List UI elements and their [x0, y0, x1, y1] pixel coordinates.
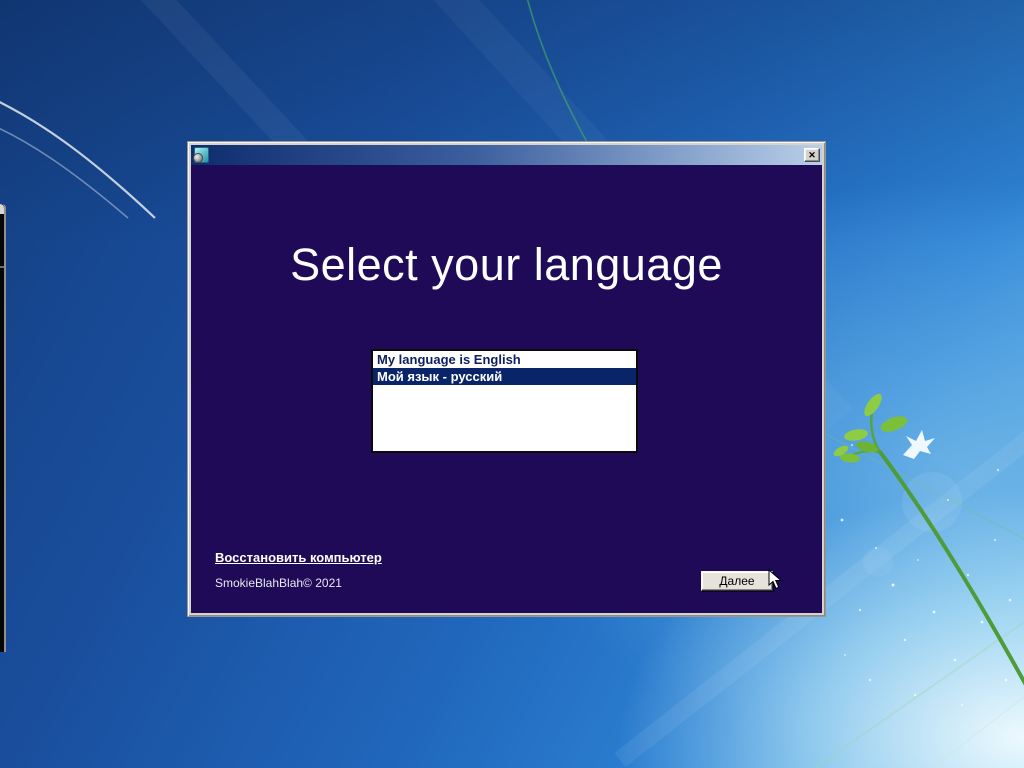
copyright-text: SmokieBlahBlah© 2021 [215, 576, 342, 590]
wallpaper-sparkles [840, 443, 1012, 707]
close-button[interactable]: ✕ [804, 148, 820, 162]
mouse-cursor-icon [768, 569, 783, 590]
installer-window: ✕ Select your language My language is En… [187, 141, 826, 617]
list-item-russian[interactable]: Мой язык - русский [373, 368, 636, 385]
wallpaper-bird-icon [903, 430, 935, 459]
setup-icon [193, 147, 209, 163]
desktop-background: ✕ Select your language My language is En… [0, 0, 1024, 768]
window-body: Select your language My language is Engl… [191, 165, 822, 613]
wallpaper-branch [833, 393, 1024, 686]
language-listbox[interactable]: My language is English Мой язык - русски… [371, 349, 638, 453]
next-button[interactable]: Далее [701, 571, 773, 591]
recover-computer-link[interactable]: Восстановить компьютер [215, 550, 382, 565]
wallpaper-white-arc [0, 101, 156, 219]
list-item-english[interactable]: My language is English [373, 351, 636, 368]
page-title: Select your language [290, 239, 723, 290]
partial-window-edge[interactable] [0, 204, 6, 652]
title-bar[interactable]: ✕ [191, 145, 822, 165]
